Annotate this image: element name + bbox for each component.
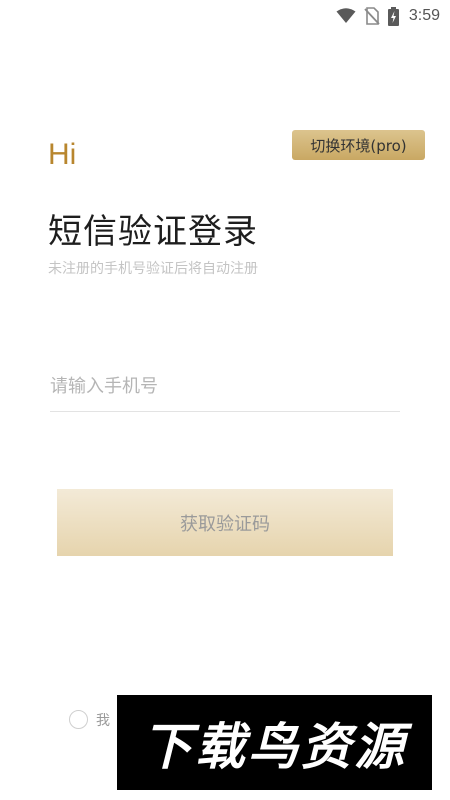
status-icons: 3:59 — [336, 5, 440, 27]
wifi-icon — [336, 8, 356, 23]
page-title: 短信验证登录 — [48, 212, 258, 252]
greeting-text: Hi — [48, 138, 77, 171]
no-sim-icon — [364, 7, 380, 25]
switch-environment-button[interactable]: 切换环境(pro) — [292, 130, 425, 160]
agreement-radio[interactable] — [69, 710, 88, 729]
battery-charging-icon — [387, 6, 399, 26]
watermark-text: 下载鸟资源 — [142, 717, 407, 776]
page-subtitle: 未注册的手机号验证后将自动注册 — [48, 261, 258, 277]
agreement-text: 我 — [96, 713, 110, 729]
watermark-overlay: 下载鸟资源 — [117, 695, 432, 790]
status-bar: 3:59 — [0, 0, 450, 32]
phone-number-input[interactable] — [50, 366, 400, 412]
status-time: 3:59 — [408, 7, 440, 24]
get-verification-code-button[interactable]: 获取验证码 — [57, 489, 393, 556]
